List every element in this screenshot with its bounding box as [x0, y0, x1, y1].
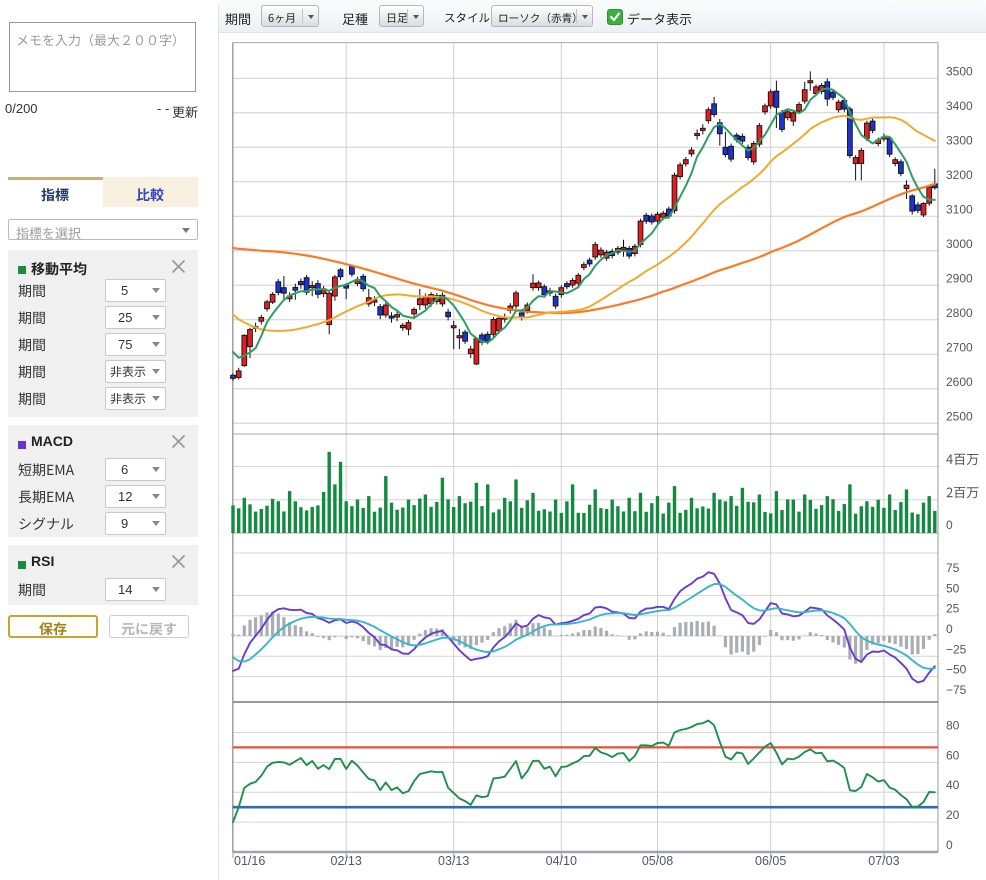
svg-text:0: 0: [946, 622, 953, 636]
svg-text:05/08: 05/08: [642, 854, 673, 868]
svg-text:02/13: 02/13: [331, 854, 362, 868]
svg-text:01/16: 01/16: [234, 854, 265, 868]
svg-text:25: 25: [946, 602, 960, 616]
svg-text:40: 40: [946, 778, 960, 792]
svg-text:50: 50: [946, 581, 960, 595]
svg-text:3400: 3400: [946, 99, 973, 113]
svg-text:3000: 3000: [946, 237, 973, 251]
svg-text:2600: 2600: [946, 375, 973, 389]
svg-text:3100: 3100: [946, 202, 973, 216]
svg-text:3300: 3300: [946, 133, 973, 147]
svg-text:07/03: 07/03: [868, 854, 899, 868]
svg-text:−75: −75: [946, 683, 967, 697]
svg-text:2800: 2800: [946, 306, 973, 320]
svg-text:75: 75: [946, 561, 960, 575]
svg-text:20: 20: [946, 808, 960, 822]
svg-text:−25: −25: [946, 642, 967, 656]
svg-text:80: 80: [946, 719, 960, 733]
svg-text:3500: 3500: [946, 64, 973, 78]
svg-text:2500: 2500: [946, 409, 973, 423]
svg-text:04/10: 04/10: [546, 854, 577, 868]
svg-text:60: 60: [946, 748, 960, 762]
svg-text:2900: 2900: [946, 271, 973, 285]
svg-text:0: 0: [946, 838, 953, 852]
svg-text:0: 0: [946, 518, 953, 532]
svg-text:03/13: 03/13: [438, 854, 469, 868]
svg-text:06/05: 06/05: [755, 854, 786, 868]
svg-text:−50: −50: [946, 663, 967, 677]
svg-text:3200: 3200: [946, 168, 973, 182]
svg-text:2700: 2700: [946, 340, 973, 354]
